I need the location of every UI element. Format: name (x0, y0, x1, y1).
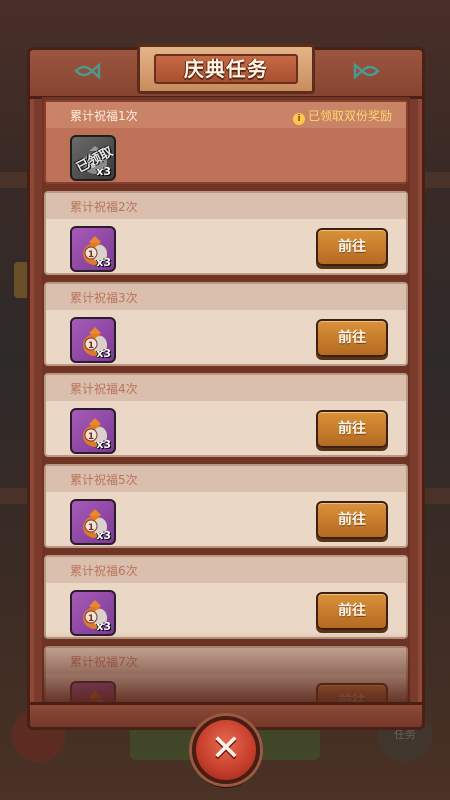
reward-count: x3 (96, 256, 111, 269)
reward-count: x3 (96, 438, 111, 451)
go-button[interactable]: 前往 (316, 228, 388, 266)
task-card: 累计祝福7次 1 x3 前往 (44, 646, 408, 702)
gift-bag-icon: 1 (85, 691, 105, 702)
go-button[interactable]: 前往 (316, 319, 388, 357)
close-button[interactable]: ✕ (192, 716, 260, 784)
svg-text:1: 1 (88, 523, 94, 533)
task-list[interactable]: 累计祝福1次 i 已领取双份奖励 已领取 x3 累计祝福2次 1 x3 前往 累计… (42, 97, 410, 702)
fish-icon (72, 62, 102, 80)
task-card: 累计祝福3次 1 x3 前往 (44, 282, 408, 366)
svg-text:1: 1 (88, 341, 94, 351)
info-icon: i (292, 113, 305, 125)
reward-item[interactable]: 1 x3 (70, 408, 116, 454)
go-button[interactable]: 前往 (316, 501, 388, 539)
svg-text:1: 1 (88, 614, 94, 624)
go-button[interactable]: 前往 (316, 683, 388, 702)
reward-item[interactable]: 1 x3 (70, 681, 116, 702)
task-card: 累计祝福5次 1 x3 前往 (44, 464, 408, 548)
task-card: 累计祝福4次 1 x3 前往 (44, 373, 408, 457)
reward-item[interactable]: 已领取 x3 (70, 135, 116, 181)
reward-item[interactable]: 1 x3 (70, 317, 116, 363)
task-label: 累计祝福4次 (70, 382, 138, 396)
reward-count: x3 (96, 347, 111, 360)
task-label: 累计祝福2次 (70, 200, 138, 214)
go-button[interactable]: 前往 (316, 592, 388, 630)
reward-item[interactable]: 1 x3 (70, 226, 116, 272)
fish-icon (352, 62, 382, 80)
reward-item[interactable]: 1 x3 (70, 499, 116, 545)
double-reward-note: i 已领取双份奖励 (292, 107, 392, 125)
task-card: 累计祝福2次 1 x3 前往 (44, 191, 408, 275)
task-label: 累计祝福7次 (70, 655, 138, 669)
task-label: 累计祝福3次 (70, 291, 138, 305)
reward-count: x3 (96, 620, 111, 633)
task-card: 累计祝福1次 i 已领取双份奖励 已领取 x3 (44, 100, 408, 184)
dialog-title: 庆典任务 (184, 57, 268, 81)
task-card: 累计祝福6次 1 x3 前往 (44, 555, 408, 639)
go-button[interactable]: 前往 (316, 410, 388, 448)
svg-text:1: 1 (88, 250, 94, 260)
reward-item[interactable]: 1 x3 (70, 590, 116, 636)
close-icon: ✕ (210, 728, 242, 769)
reward-count: x3 (96, 165, 111, 178)
task-label: 累计祝福1次 (70, 109, 138, 123)
reward-count: x3 (96, 529, 111, 542)
svg-text:1: 1 (88, 432, 94, 442)
task-label: 累计祝福6次 (70, 564, 138, 578)
task-label: 累计祝福5次 (70, 473, 138, 487)
